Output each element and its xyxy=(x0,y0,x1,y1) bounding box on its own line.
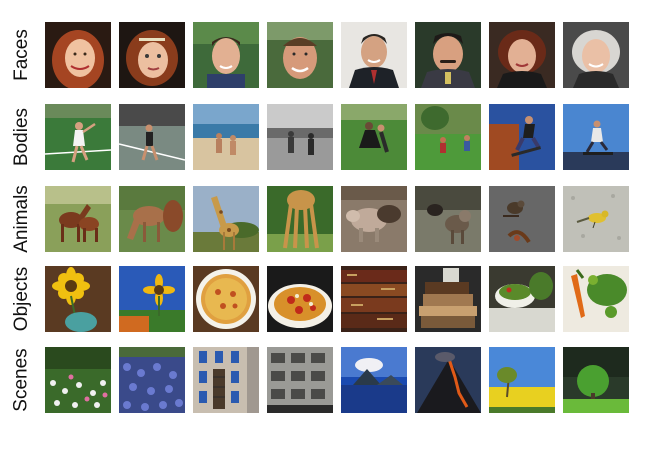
body-skater-sky xyxy=(563,104,629,170)
object-pizza-board xyxy=(267,266,333,332)
animal-bird-branch xyxy=(489,186,555,252)
face-young-man xyxy=(193,22,259,88)
body-dancers-grass xyxy=(341,104,407,170)
animal-giraffe-trees xyxy=(193,186,259,252)
face-man-suit-smiling xyxy=(341,22,407,88)
row-label-text: Bodies xyxy=(11,107,33,167)
row-label-scenes: Scenes xyxy=(0,347,44,413)
animal-cows xyxy=(341,186,407,252)
body-beach-grayscale xyxy=(267,104,333,170)
object-book-stack xyxy=(415,266,481,332)
animal-horses-brown xyxy=(45,186,111,252)
row-label-text: Animals xyxy=(11,185,33,253)
body-beach-people xyxy=(193,104,259,170)
scene-bluebonnets xyxy=(119,347,185,413)
row-label-text: Scenes xyxy=(11,348,32,412)
stimulus-grid: Faces Bodies Animals Objects Scenes xyxy=(0,0,658,450)
scene-flower-garden xyxy=(45,347,111,413)
face-red-hair-woman xyxy=(45,22,111,88)
scene-volcano-lake xyxy=(341,347,407,413)
face-man-mustache xyxy=(415,22,481,88)
body-tennis-player xyxy=(45,104,111,170)
scene-volcano-night xyxy=(415,347,481,413)
scene-building-windows xyxy=(267,347,333,413)
scene-building-facade xyxy=(193,347,259,413)
animal-giraffe-legs xyxy=(267,186,333,252)
row-label-animals: Animals xyxy=(0,185,44,253)
face-woman-auburn xyxy=(489,22,555,88)
object-sunflower-sky xyxy=(119,266,185,332)
object-salad-bowl xyxy=(489,266,555,332)
object-old-books xyxy=(341,266,407,332)
body-people-field xyxy=(415,104,481,170)
row-label-bodies: Bodies xyxy=(0,104,44,170)
animal-horse-grazing xyxy=(119,186,185,252)
object-pizza-plate xyxy=(193,266,259,332)
row-label-text: Objects xyxy=(11,266,33,332)
face-woman-tiara xyxy=(119,22,185,88)
row-label-text: Faces xyxy=(11,29,32,81)
scene-tree-hill xyxy=(563,347,629,413)
animal-dogs xyxy=(415,186,481,252)
body-skateboard-jump xyxy=(489,104,555,170)
face-older-woman xyxy=(563,22,629,88)
scene-yellow-field xyxy=(489,347,555,413)
object-vegetables xyxy=(563,266,629,332)
animal-yellow-bird xyxy=(563,186,629,252)
body-tennis-court xyxy=(119,104,185,170)
object-sunflower-vase xyxy=(45,266,111,332)
row-label-objects: Objects xyxy=(0,266,44,332)
row-label-faces: Faces xyxy=(0,22,44,88)
face-man-outdoors xyxy=(267,22,333,88)
